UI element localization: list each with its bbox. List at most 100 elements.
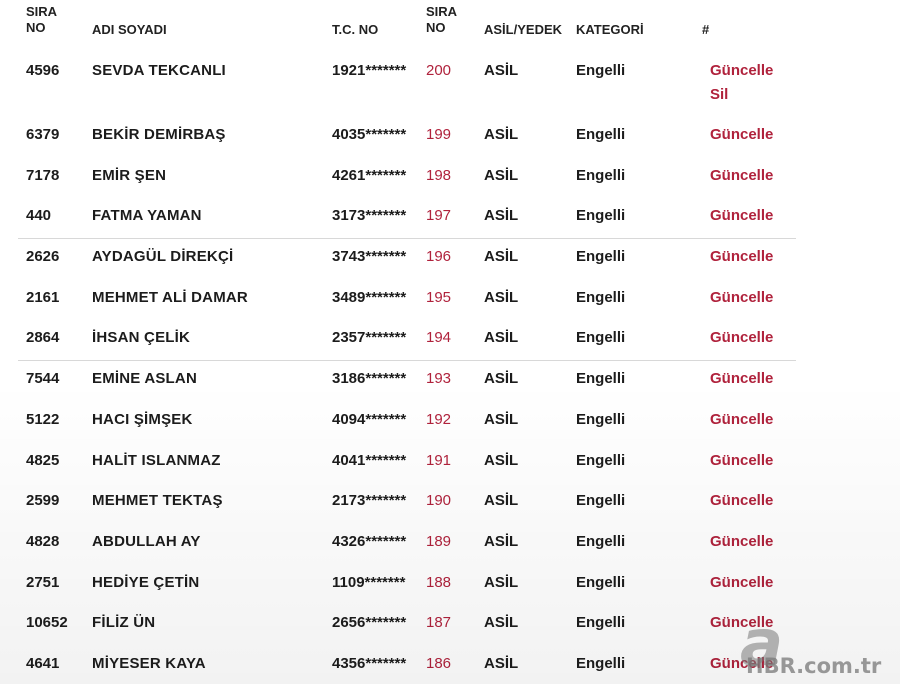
cell-kategori: Engelli [576, 329, 626, 347]
table-row: 10652 FİLİZ ÜN 2656******* 187 ASİL Enge… [0, 604, 900, 645]
delete-link[interactable]: Sil [710, 85, 728, 105]
table-row: 4825 HALİT ISLANMAZ 4041******* 191 ASİL… [0, 442, 900, 483]
update-link[interactable]: Güncelle [710, 410, 773, 430]
cell-rank-no: 200 [426, 62, 452, 79]
cell-sira-no: 2161 [26, 288, 60, 306]
cell-tc-no: 4094******* [332, 410, 407, 428]
header-sira2-line2: NO [426, 20, 446, 35]
cell-sira-no: 5122 [26, 410, 60, 428]
update-link[interactable]: Güncelle [710, 573, 773, 593]
cell-kategori: Engelli [576, 573, 626, 591]
table-row: 2751 HEDİYE ÇETİN 1109******* 188 ASİL E… [0, 564, 900, 605]
update-link[interactable]: Güncelle [710, 247, 773, 267]
cell-asil-yedek: ASİL [484, 62, 519, 79]
table-row: 7544 EMİNE ASLAN 3186******* 193 ASİL En… [0, 360, 900, 401]
cell-sira-no: 4596 [26, 62, 60, 79]
header-actions: # [702, 22, 710, 37]
cell-kategori: Engelli [576, 451, 626, 469]
cell-name: EMİNE ASLAN [92, 370, 197, 388]
cell-name: HALİT ISLANMAZ [92, 451, 221, 469]
cell-rank-no: 194 [426, 329, 452, 347]
results-table: SIRA NO ADI SOYADI T.C. NO SIRA NO ASİL/… [0, 0, 900, 672]
cell-tc-no: 3186******* [332, 370, 407, 388]
cell-tc-no: 2173******* [332, 492, 407, 510]
cell-rank-no: 186 [426, 654, 452, 672]
table-row: 440 FATMA YAMAN 3173******* 197 ASİL Eng… [0, 197, 900, 239]
cell-rank-no: 197 [426, 207, 452, 225]
cell-asil-yedek: ASİL [484, 329, 519, 347]
update-link[interactable]: Güncelle [710, 491, 773, 511]
update-link[interactable]: Güncelle [710, 328, 773, 348]
update-link[interactable]: Güncelle [710, 288, 773, 308]
cell-rank-no: 188 [426, 573, 452, 591]
cell-asil-yedek: ASİL [484, 166, 519, 184]
cell-rank-no: 192 [426, 410, 452, 428]
cell-kategori: Engelli [576, 492, 626, 510]
cell-sira-no: 2751 [26, 573, 60, 591]
cell-sira-no: 2626 [26, 248, 60, 266]
cell-rank-no: 189 [426, 532, 452, 550]
table-row: 2626 AYDAGÜL DİREKÇİ 3743******* 196 ASİ… [0, 238, 900, 279]
header-sira-no: SIRA NO [26, 4, 57, 36]
header-tc-no: T.C. NO [332, 22, 379, 37]
cell-sira-no: 7544 [26, 370, 60, 388]
cell-kategori: Engelli [576, 207, 626, 225]
table-row: 6379 BEKİR DEMİRBAŞ 4035******* 199 ASİL… [0, 116, 900, 157]
cell-name: HACI ŞİMŞEK [92, 410, 193, 428]
update-link[interactable]: Güncelle [710, 369, 773, 389]
cell-kategori: Engelli [576, 166, 626, 184]
cell-rank-no: 190 [426, 492, 452, 510]
table-body: 4596 SEVDA TEKCANLI 1921******* 200 ASİL… [0, 52, 900, 686]
update-link[interactable]: Güncelle [710, 613, 773, 633]
header-sira2-line1: SIRA [426, 4, 458, 19]
table-row: 5122 HACI ŞİMŞEK 4094******* 192 ASİL En… [0, 401, 900, 442]
cell-tc-no: 1109******* [332, 573, 406, 591]
cell-name: ABDULLAH AY [92, 532, 201, 550]
cell-tc-no: 2357******* [332, 329, 407, 347]
update-link[interactable]: Güncelle [710, 125, 773, 145]
update-link[interactable]: Güncelle [710, 654, 773, 674]
cell-kategori: Engelli [576, 62, 626, 79]
cell-rank-no: 187 [426, 614, 452, 632]
cell-rank-no: 199 [426, 126, 452, 143]
cell-kategori: Engelli [576, 126, 626, 143]
cell-name: İHSAN ÇELİK [92, 329, 191, 347]
cell-rank-no: 196 [426, 248, 452, 266]
table-row: 2161 MEHMET ALİ DAMAR 3489******* 195 AS… [0, 279, 900, 320]
update-link[interactable]: Güncelle [710, 166, 773, 186]
header-sira-no-2: SIRA NO [426, 4, 457, 36]
cell-name: MİYESER KAYA [92, 654, 206, 672]
cell-kategori: Engelli [576, 532, 626, 550]
table-row: 4828 ABDULLAH AY 4326******* 189 ASİL En… [0, 523, 900, 564]
cell-asil-yedek: ASİL [484, 492, 519, 510]
cell-tc-no: 4035******* [332, 126, 407, 143]
header-adi-soyadi: ADI SOYADI [92, 22, 167, 37]
cell-tc-no: 4261******* [332, 166, 407, 184]
update-link[interactable]: Güncelle [710, 206, 773, 226]
table-row: 4641 MİYESER KAYA 4356******* 186 ASİL E… [0, 645, 900, 686]
cell-rank-no: 195 [426, 288, 452, 306]
cell-asil-yedek: ASİL [484, 370, 519, 388]
cell-name: FİLİZ ÜN [92, 614, 156, 632]
cell-asil-yedek: ASİL [484, 532, 519, 550]
cell-kategori: Engelli [576, 370, 626, 388]
cell-rank-no: 191 [426, 451, 452, 469]
cell-tc-no: 4041******* [332, 451, 407, 469]
header-sira-line1: SIRA [26, 4, 58, 19]
table-row: 2599 MEHMET TEKTAŞ 2173******* 190 ASİL … [0, 482, 900, 523]
cell-name: MEHMET ALİ DAMAR [92, 288, 248, 306]
cell-name: BEKİR DEMİRBAŞ [92, 126, 226, 143]
update-link[interactable]: Güncelle [710, 61, 773, 81]
cell-name: AYDAGÜL DİREKÇİ [92, 248, 234, 266]
update-link[interactable]: Güncelle [710, 532, 773, 552]
table-row: 4596 SEVDA TEKCANLI 1921******* 200 ASİL… [0, 52, 900, 116]
cell-tc-no: 4326******* [332, 532, 407, 550]
cell-asil-yedek: ASİL [484, 410, 519, 428]
cell-asil-yedek: ASİL [484, 288, 519, 306]
header-asil-yedek: ASİL/YEDEK [484, 22, 563, 37]
update-link[interactable]: Güncelle [710, 451, 773, 471]
cell-tc-no: 3743******* [332, 248, 407, 266]
cell-asil-yedek: ASİL [484, 573, 519, 591]
cell-tc-no: 1921******* [332, 62, 407, 79]
cell-sira-no: 6379 [26, 126, 60, 143]
